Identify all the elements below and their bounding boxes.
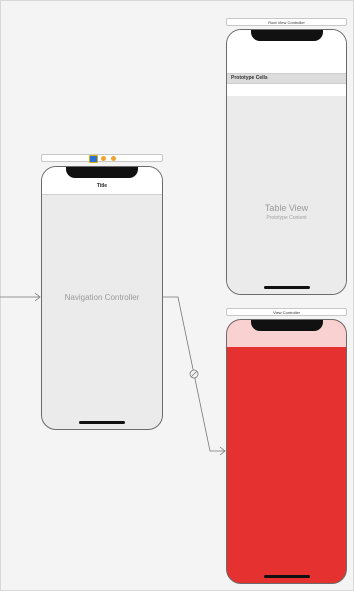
initial-view-controller-arrow[interactable] — [0, 292, 41, 302]
segue-icon[interactable] — [189, 369, 199, 379]
segue-layer — [0, 292, 226, 456]
